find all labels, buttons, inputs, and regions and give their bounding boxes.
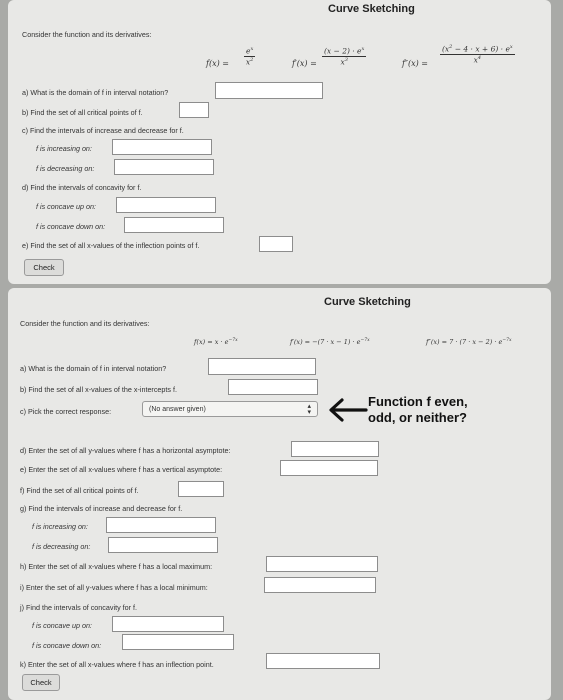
- response-select[interactable]: (No answer given) ▴ ▾: [142, 401, 318, 417]
- increasing-input[interactable]: [106, 517, 216, 533]
- handwritten-note: Function f even, odd, or neither?: [368, 394, 468, 425]
- inflection-points-input[interactable]: [259, 236, 293, 252]
- question-g: g) Find the intervals of increase and de…: [20, 504, 183, 513]
- question-h: h) Enter the set of all x-values where f…: [20, 562, 213, 571]
- domain-input[interactable]: [208, 358, 316, 375]
- concave-down-label: f is concave down on:: [36, 222, 106, 231]
- concave-up-label: f is concave up on:: [36, 202, 96, 211]
- question-d: d) Find the intervals of concavity for f…: [22, 183, 142, 192]
- decreasing-input[interactable]: [108, 537, 218, 553]
- f-lhs: f(x) =: [206, 59, 229, 68]
- intro-text: Consider the function and its derivative…: [22, 30, 152, 39]
- updown-caret-icon: ▴ ▾: [307, 403, 311, 416]
- question-a: a) What is the domain of f in interval n…: [20, 364, 167, 373]
- concave-up-input[interactable]: [116, 197, 216, 213]
- question-e: e) Enter the set of all x-values where f…: [20, 465, 223, 474]
- concave-down-input[interactable]: [122, 634, 234, 650]
- question-b: b) Find the set of all critical points o…: [22, 108, 143, 117]
- question-e: e) Find the set of all x-values of the i…: [22, 241, 200, 250]
- intro-text: Consider the function and its derivative…: [20, 319, 150, 328]
- fdoubleprime-fraction: (x2 − 4 · x + 6) · ex x4: [440, 44, 515, 64]
- horizontal-asymptote-input[interactable]: [291, 441, 379, 457]
- decreasing-label: f is decreasing on:: [36, 164, 95, 173]
- fprime-lhs: f′(x) =: [292, 59, 317, 68]
- question-f: f) Find the set of all critical points o…: [20, 486, 139, 495]
- critical-points-input[interactable]: [178, 481, 224, 497]
- vertical-asymptote-input[interactable]: [280, 460, 378, 476]
- panel-title: Curve Sketching: [324, 296, 411, 308]
- question-b: b) Find the set of all x-values of the x…: [20, 385, 177, 394]
- fprime-fraction: (x − 2) · ex x3: [322, 46, 367, 66]
- increasing-label: f is increasing on:: [32, 522, 88, 531]
- question-c: c) Pick the correct response:: [20, 407, 112, 416]
- fdoubleprime-lhs: f″(x) =: [402, 59, 428, 68]
- f-formula: f(x) = x · e−7x: [194, 338, 238, 347]
- question-c: c) Find the intervals of increase and de…: [22, 126, 184, 135]
- fdoubleprime-formula: f″(x) = 7 · (7 · x − 2) · e−7x: [426, 338, 512, 347]
- decreasing-input[interactable]: [114, 159, 214, 175]
- inflection-points-input[interactable]: [266, 653, 380, 669]
- concave-up-label: f is concave up on:: [32, 621, 92, 630]
- panel-title: Curve Sketching: [328, 3, 415, 15]
- fprime-formula: f′(x) = −(7 · x − 1) · e−7x: [290, 338, 370, 347]
- local-min-input[interactable]: [264, 577, 376, 593]
- question-j: j) Find the intervals of concavity for f…: [20, 603, 138, 612]
- concave-down-input[interactable]: [124, 217, 224, 233]
- question-k: k) Enter the set of all x-values where f…: [20, 660, 214, 669]
- concave-down-label: f is concave down on:: [32, 641, 102, 650]
- local-max-input[interactable]: [266, 556, 378, 572]
- check-button[interactable]: Check: [24, 259, 64, 276]
- concave-up-input[interactable]: [112, 616, 224, 632]
- problem-panel-2: Curve Sketching Consider the function an…: [8, 288, 551, 700]
- increasing-input[interactable]: [112, 139, 212, 155]
- left-arrow-icon: [329, 398, 368, 422]
- decreasing-label: f is decreasing on:: [32, 542, 91, 551]
- critical-points-input[interactable]: [179, 102, 209, 118]
- domain-input[interactable]: [215, 82, 323, 99]
- question-i: i) Enter the set of all y-values where f…: [20, 583, 208, 592]
- x-intercepts-input[interactable]: [228, 379, 318, 395]
- check-button[interactable]: Check: [22, 674, 60, 691]
- select-value: (No answer given): [149, 405, 206, 413]
- question-d: d) Enter the set of all y-values where f…: [20, 446, 231, 455]
- problem-panel-1: Curve Sketching Consider the function an…: [8, 0, 551, 284]
- f-fraction: ex x2: [244, 46, 256, 66]
- increasing-label: f is increasing on:: [36, 144, 92, 153]
- question-a: a) What is the domain of f in interval n…: [22, 88, 169, 97]
